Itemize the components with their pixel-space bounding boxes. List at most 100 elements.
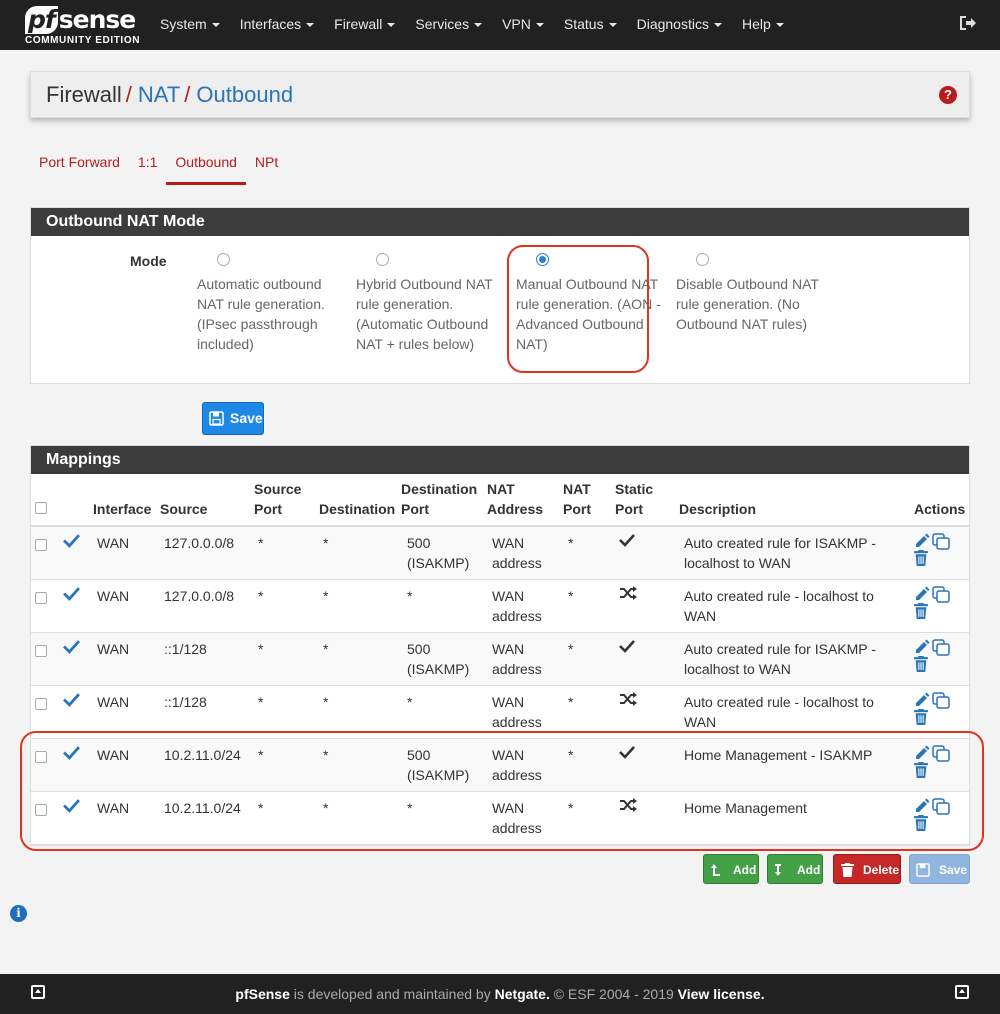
col-description[interactable]: Description	[671, 474, 910, 527]
col-nat-port[interactable]: NAT Port	[559, 474, 611, 527]
menu-help[interactable]: Help	[732, 0, 794, 50]
cell-source: 127.0.0.0/8	[156, 526, 250, 580]
row-checkbox[interactable]	[35, 803, 47, 816]
panel-title: Mappings	[31, 446, 969, 474]
menu-interfaces[interactable]: Interfaces	[230, 0, 324, 50]
cell-interface: WAN	[89, 791, 156, 845]
col-destination[interactable]: Destination	[315, 474, 397, 527]
cell-static-port	[611, 791, 671, 845]
cell-destination-port: *	[397, 685, 483, 739]
view-license-link[interactable]: View license.	[678, 986, 765, 1002]
check-icon[interactable]	[63, 639, 80, 654]
breadcrumb-outbound[interactable]: Outbound	[196, 82, 293, 107]
col-source[interactable]: Source	[156, 474, 250, 527]
table-row[interactable]: WAN 127.0.0.0/8 * * * WAN address * Auto create…	[31, 579, 969, 633]
edit-pencil-icon[interactable]	[914, 639, 930, 655]
edit-pencil-icon[interactable]	[914, 586, 930, 602]
copy-icon[interactable]	[932, 744, 950, 762]
menu-services[interactable]: Services	[405, 0, 492, 50]
cell-source: 127.0.0.0/8	[156, 579, 250, 633]
mode-option-hybrid[interactable]: Hybrid Outbound NAT rule generation. (Au…	[356, 253, 501, 354]
save-order-button[interactable]: Save	[909, 854, 970, 884]
radio-disable[interactable]	[696, 253, 709, 266]
add-rule-bottom-button[interactable]: Add	[767, 854, 823, 884]
tab-port-forward[interactable]: Port Forward	[30, 145, 129, 185]
trash-icon[interactable]	[914, 761, 928, 778]
edit-pencil-icon[interactable]	[914, 533, 930, 549]
cell-destination: *	[315, 791, 397, 845]
row-checkbox[interactable]	[35, 539, 47, 551]
row-checkbox[interactable]	[35, 644, 47, 657]
mode-option-automatic[interactable]: Automatic outbound NAT rule generation. …	[197, 253, 342, 354]
copy-icon[interactable]	[932, 638, 950, 656]
tab-outbound[interactable]: Outbound	[166, 145, 246, 185]
col-interface[interactable]: Interface	[89, 474, 156, 527]
mode-option-disable[interactable]: Disable Outbound NAT rule generation. (N…	[676, 253, 821, 334]
col-source-port[interactable]: Source Port	[250, 474, 315, 527]
col-destination-port[interactable]: Destination Port	[397, 474, 483, 527]
col-nat-address[interactable]: NAT Address	[483, 474, 559, 527]
check-icon[interactable]	[63, 692, 80, 707]
radio-manual[interactable]	[536, 253, 549, 266]
menu-diagnostics[interactable]: Diagnostics	[627, 0, 732, 50]
footer-brand[interactable]: pfSense	[235, 986, 289, 1002]
select-all-checkbox[interactable]	[35, 502, 47, 514]
row-enabled-cell	[59, 526, 89, 580]
row-checkbox-cell	[31, 579, 59, 633]
cell-source: ::1/128	[156, 685, 250, 739]
add-rule-top-button[interactable]: Add	[703, 854, 759, 884]
scroll-top-icon[interactable]	[955, 985, 969, 999]
table-row[interactable]: WAN 127.0.0.0/8 * * 500 (ISAKMP) WAN address *…	[31, 526, 969, 580]
mode-option-text: Automatic outbound NAT rule generation. …	[197, 276, 325, 352]
edit-pencil-icon[interactable]	[914, 798, 930, 814]
check-icon[interactable]	[63, 745, 80, 760]
table-row[interactable]: WAN::1/128 * * 500 (ISAKMP) WAN address * Auto…	[31, 632, 969, 686]
edit-pencil-icon[interactable]	[914, 692, 930, 708]
logout-icon[interactable]	[958, 14, 976, 32]
row-checkbox[interactable]	[35, 697, 47, 710]
trash-icon[interactable]	[914, 708, 928, 725]
col-static-port[interactable]: Static Port	[611, 474, 671, 527]
info-icon[interactable]: i	[10, 905, 27, 922]
copy-icon[interactable]	[932, 585, 950, 603]
edit-pencil-icon[interactable]	[914, 745, 930, 761]
radio-hybrid[interactable]	[376, 253, 389, 266]
table-row[interactable]: WAN::1/128 * * * WAN address * Auto created ru…	[31, 685, 969, 739]
tab-1-1[interactable]: 1:1	[129, 145, 166, 185]
cell-interface: WAN	[89, 685, 156, 739]
footer-company[interactable]: Netgate.	[495, 986, 550, 1002]
check-icon[interactable]	[63, 586, 80, 601]
row-checkbox-cell	[31, 632, 59, 686]
cell-nat-port: *	[559, 685, 611, 739]
help-icon[interactable]: ?	[939, 86, 957, 104]
copy-icon[interactable]	[932, 797, 950, 815]
trash-icon[interactable]	[914, 655, 928, 672]
table-row[interactable]: WAN 10.2.11.0/24 * * * WAN address * Home Manag…	[31, 791, 969, 845]
row-enabled-cell	[59, 791, 89, 845]
trash-icon[interactable]	[914, 602, 928, 619]
save-mode-button[interactable]: Save	[202, 402, 264, 435]
pfsense-logo[interactable]: pf sense COMMUNITY EDITION	[25, 6, 143, 46]
trash-icon[interactable]	[914, 814, 928, 831]
menu-firewall[interactable]: Firewall	[324, 0, 405, 50]
save-label: Save	[230, 410, 263, 426]
mode-option-manual[interactable]: Manual Outbound NAT rule generation. (AO…	[516, 253, 661, 354]
tab-npt[interactable]: NPt	[246, 145, 287, 185]
copy-icon[interactable]	[932, 533, 950, 550]
radio-automatic[interactable]	[217, 253, 230, 266]
breadcrumb-nat[interactable]: NAT	[138, 82, 180, 107]
check-icon[interactable]	[63, 533, 80, 548]
check-icon[interactable]	[63, 798, 80, 813]
cell-static-port	[611, 685, 671, 739]
row-checkbox[interactable]	[35, 750, 47, 763]
delete-button[interactable]: Delete	[833, 854, 901, 884]
table-row[interactable]: WAN 10.2.11.0/24 * * 500 (ISAKMP) WAN address…	[31, 738, 969, 792]
trash-icon[interactable]	[914, 550, 928, 566]
menu-label: Interfaces	[239, 16, 302, 32]
menu-status[interactable]: Status	[554, 0, 627, 50]
menu-label: Services	[415, 16, 470, 32]
menu-vpn[interactable]: VPN	[492, 0, 554, 50]
copy-icon[interactable]	[932, 691, 950, 709]
row-checkbox[interactable]	[35, 591, 47, 604]
menu-system[interactable]: System	[150, 0, 230, 50]
